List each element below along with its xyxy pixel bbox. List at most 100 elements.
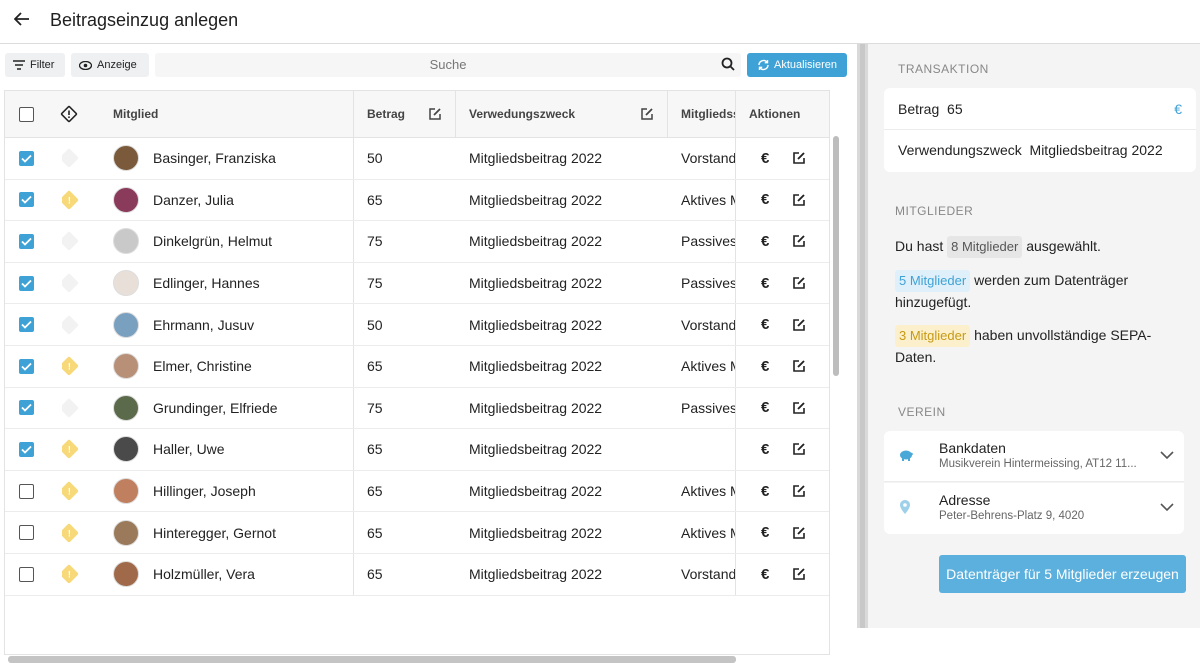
generate-sepa-file-button[interactable]: Datenträger für 5 Mitglieder erzeugen [939, 555, 1186, 593]
row-checkbox[interactable] [19, 566, 34, 582]
table-row[interactable]: ! Elmer, Christine 65 Mitgliedsbeitrag 2022… [5, 346, 829, 388]
purpose-cell[interactable]: Mitgliedsbeitrag 2022 [469, 263, 659, 304]
member-name[interactable]: Ehrmann, Jusuv [153, 317, 254, 333]
refresh-button[interactable]: Aktualisieren [747, 53, 847, 77]
member-name[interactable]: Elmer, Christine [153, 358, 252, 374]
purpose-cell[interactable]: Mitgliedsbeitrag 2022 [469, 554, 659, 595]
col-purpose[interactable]: Verwedungszweck [469, 91, 629, 137]
amount-cell[interactable]: 50 [367, 304, 447, 345]
col-amount[interactable]: Betrag [367, 91, 427, 137]
table-row[interactable]: Ehrmann, Jusuv 50 Mitgliedsbeitrag 2022 Vor… [5, 304, 829, 346]
vertical-scrollbar[interactable] [832, 136, 840, 655]
member-name[interactable]: Basinger, Franziska [153, 150, 276, 166]
chevron-down-icon[interactable] [1160, 451, 1174, 460]
select-all-checkbox[interactable] [19, 106, 34, 122]
table-row[interactable]: Edlinger, Hannes 75 Mitgliedsbeitrag 2022 P… [5, 262, 829, 305]
row-checkbox[interactable] [19, 483, 34, 499]
row-checkbox[interactable] [19, 233, 34, 249]
incomplete-count-badge[interactable]: 3 Mitglieder [895, 325, 971, 347]
row-checkbox[interactable] [19, 525, 34, 541]
purpose-field[interactable]: Verwendungszweck Mitgliedsbeitrag 2022 [898, 142, 1163, 158]
amount-cell[interactable]: 65 [367, 180, 447, 221]
amount-cell[interactable]: 65 [367, 554, 447, 595]
row-checkbox[interactable] [19, 400, 34, 416]
euro-icon[interactable]: € [761, 346, 775, 387]
euro-icon[interactable]: € [761, 138, 775, 179]
panel-resize-handle[interactable] [857, 44, 868, 628]
edit-icon[interactable] [792, 138, 808, 179]
member-name[interactable]: Hillinger, Joseph [153, 483, 256, 499]
purpose-cell[interactable]: Mitgliedsbeitrag 2022 [469, 304, 659, 345]
amount-field[interactable]: Betrag 65 [898, 101, 963, 117]
added-count-badge[interactable]: 5 Mitglieder [895, 270, 971, 292]
edit-purpose-icon[interactable] [640, 91, 660, 137]
edit-icon[interactable] [792, 554, 808, 595]
table-row[interactable]: ! Danzer, Julia 65 Mitgliedsbeitrag 2022 Akt… [5, 179, 829, 222]
row-checkbox[interactable] [19, 441, 34, 457]
euro-icon[interactable]: € [761, 180, 775, 221]
row-checkbox[interactable] [19, 150, 34, 166]
table-row[interactable]: Dinkelgrün, Helmut 75 Mitgliedsbeitrag 202… [5, 221, 829, 263]
amount-cell[interactable]: 65 [367, 512, 447, 553]
bank-details-row[interactable]: Bankdaten Musikverein Hintermeissing, AT… [884, 431, 1184, 482]
chevron-down-icon[interactable] [1160, 503, 1174, 512]
view-button[interactable]: Anzeige [71, 53, 149, 77]
member-name[interactable]: Dinkelgrün, Helmut [153, 233, 272, 249]
purpose-cell[interactable]: Mitgliedsbeitrag 2022 [469, 221, 659, 262]
euro-icon[interactable]: € [761, 471, 775, 512]
row-checkbox[interactable] [19, 192, 34, 208]
euro-icon[interactable]: € [761, 388, 775, 429]
purpose-cell[interactable]: Mitgliedsbeitrag 2022 [469, 346, 659, 387]
purpose-cell[interactable]: Mitgliedsbeitrag 2022 [469, 180, 659, 221]
amount-cell[interactable]: 75 [367, 263, 447, 304]
euro-icon[interactable]: € [761, 429, 775, 470]
member-name[interactable]: Holzmüller, Vera [153, 566, 255, 582]
table-row[interactable]: ! Hillinger, Joseph 65 Mitgliedsbeitrag 202… [5, 470, 829, 513]
edit-icon[interactable] [792, 221, 808, 262]
table-row[interactable]: ! Hinteregger, Gernot 65 Mitgliedsbeitrag 2… [5, 512, 829, 554]
amount-cell[interactable]: 65 [367, 346, 447, 387]
back-arrow-icon[interactable] [8, 8, 36, 30]
filter-button[interactable]: Filter [5, 53, 65, 77]
edit-icon[interactable] [792, 304, 808, 345]
purpose-cell[interactable]: Mitgliedsbeitrag 2022 [469, 471, 659, 512]
member-name[interactable]: Haller, Uwe [153, 441, 225, 457]
purpose-cell[interactable]: Mitgliedsbeitrag 2022 [469, 388, 659, 429]
edit-icon[interactable] [792, 263, 808, 304]
table-row[interactable]: Basinger, Franziska 50 Mitgliedsbeitrag 20… [5, 138, 829, 180]
row-checkbox[interactable] [19, 358, 34, 374]
edit-icon[interactable] [792, 471, 808, 512]
horizontal-scrollbar[interactable] [8, 656, 736, 663]
edit-icon[interactable] [792, 512, 808, 553]
amount-cell[interactable]: 65 [367, 429, 447, 470]
euro-icon[interactable]: € [761, 512, 775, 553]
warning-column-header[interactable] [60, 91, 80, 137]
table-row[interactable]: ! Haller, Uwe 65 Mitgliedsbeitrag 2022 € [5, 429, 829, 471]
member-name[interactable]: Hinteregger, Gernot [153, 525, 276, 541]
table-row[interactable]: Grundinger, Elfriede 75 Mitgliedsbeitrag 2… [5, 387, 829, 430]
edit-icon[interactable] [792, 180, 808, 221]
purpose-cell[interactable]: Mitgliedsbeitrag 2022 [469, 512, 659, 553]
amount-cell[interactable]: 75 [367, 221, 447, 262]
amount-cell[interactable]: 75 [367, 388, 447, 429]
row-checkbox[interactable] [19, 275, 34, 291]
member-name[interactable]: Danzer, Julia [153, 192, 234, 208]
address-row[interactable]: Adresse Peter-Behrens-Platz 9, 4020 [884, 483, 1184, 534]
amount-cell[interactable]: 50 [367, 138, 447, 179]
member-name[interactable]: Grundinger, Elfriede [153, 400, 278, 416]
search-input[interactable]: Suche [155, 53, 741, 77]
edit-icon[interactable] [792, 346, 808, 387]
table-row[interactable]: ! Holzmüller, Vera 65 Mitgliedsbeitrag 2022… [5, 554, 829, 596]
row-checkbox[interactable] [19, 317, 34, 333]
member-name[interactable]: Edlinger, Hannes [153, 275, 260, 291]
edit-icon[interactable] [792, 388, 808, 429]
euro-icon[interactable]: € [761, 554, 775, 595]
euro-icon[interactable]: € [761, 304, 775, 345]
edit-amount-icon[interactable] [428, 91, 448, 137]
col-membership[interactable]: Mitgliedss [681, 91, 735, 137]
col-member[interactable]: Mitglied [113, 91, 313, 137]
edit-icon[interactable] [792, 429, 808, 470]
purpose-cell[interactable]: Mitgliedsbeitrag 2022 [469, 429, 659, 470]
purpose-cell[interactable]: Mitgliedsbeitrag 2022 [469, 138, 659, 179]
amount-cell[interactable]: 65 [367, 471, 447, 512]
